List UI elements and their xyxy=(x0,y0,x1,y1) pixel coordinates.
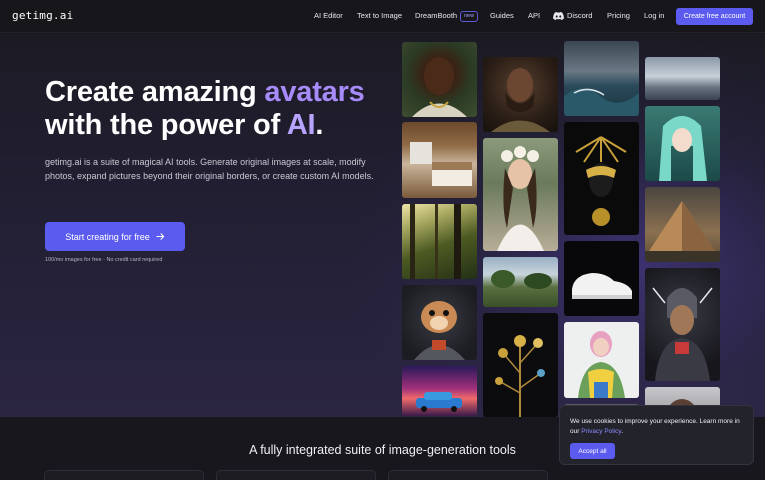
feature-card[interactable] xyxy=(216,470,376,480)
golden-flowers-art xyxy=(495,335,545,417)
gallery-image-sneaker xyxy=(564,241,639,316)
ocean-art xyxy=(564,88,639,116)
gallery-image-ocean-storm xyxy=(564,41,639,116)
gallery-image-anime-girl xyxy=(645,106,720,181)
gallery-image-forest xyxy=(402,204,477,279)
nav-link-discord[interactable]: Discord xyxy=(567,11,592,20)
cyborg-art xyxy=(652,287,713,381)
pyramid-art xyxy=(645,201,720,262)
nav-link-login[interactable]: Log in xyxy=(644,11,664,20)
girl-art xyxy=(578,331,625,398)
gallery-image-synthwave-car xyxy=(402,366,477,416)
nav-link-text-to-image[interactable]: Text to Image xyxy=(357,11,402,20)
meadow-art xyxy=(491,270,552,289)
hero-note: 100/mo images for free · No credit card … xyxy=(45,257,163,263)
hero-description: getimg.ai is a suite of magical AI tools… xyxy=(45,157,374,181)
hero-title-end: . xyxy=(315,109,324,141)
gallery-image-bedroom xyxy=(402,122,477,198)
golden-mask-art xyxy=(575,136,627,226)
nav-link-api[interactable]: API xyxy=(528,11,540,20)
gallery-image-clouds xyxy=(645,57,720,100)
gallery-image-cyborg xyxy=(645,268,720,381)
hero-title-accent: avatars xyxy=(264,76,365,108)
create-account-button[interactable]: Create free account xyxy=(676,8,753,25)
start-creating-label: Start creating for free xyxy=(65,231,150,242)
hero-title-part2: with the power of xyxy=(45,109,287,141)
nav-link-ai-editor[interactable]: AI Editor xyxy=(314,11,343,20)
hero-title: Create amazing avatars with the power of… xyxy=(45,76,365,142)
gallery-image-flower-woman xyxy=(483,138,558,251)
car-art xyxy=(416,392,462,412)
bedroom-art xyxy=(410,142,472,186)
hamster-art xyxy=(414,301,465,360)
forest-art xyxy=(410,204,461,279)
arrow-right-icon xyxy=(156,233,164,240)
privacy-policy-link[interactable]: Privacy Policy xyxy=(581,428,621,435)
cookie-end: . xyxy=(621,428,623,435)
gallery-image-golden-mask xyxy=(564,122,639,235)
cookie-banner: We use cookies to improve your experienc… xyxy=(559,405,754,465)
gallery-image-girl-jacket xyxy=(564,322,639,398)
gallery-image-pyramid xyxy=(645,187,720,262)
sneaker-art xyxy=(572,273,632,299)
gallery-image-meadow xyxy=(483,257,558,307)
new-badge: new xyxy=(460,11,479,22)
gallery-image-warrior xyxy=(483,57,558,132)
start-creating-button[interactable]: Start creating for free xyxy=(45,222,185,251)
gallery-image-hamster xyxy=(402,285,477,360)
nav-link-pricing[interactable]: Pricing xyxy=(607,11,630,20)
nav-link-guides[interactable]: Guides xyxy=(490,11,514,20)
gallery-image-golden-flowers xyxy=(483,313,558,417)
flower-woman-art xyxy=(497,146,544,251)
feature-card[interactable] xyxy=(44,470,204,480)
accept-all-button[interactable]: Accept all xyxy=(570,443,615,459)
discord-icon[interactable] xyxy=(553,12,564,20)
top-nav: getimg.ai AI Editor Text to Image DreamB… xyxy=(0,0,765,33)
hero-title-part1: Create amazing xyxy=(45,76,265,108)
portrait-art xyxy=(412,57,467,117)
nav-link-dreambooth[interactable]: DreamBooth xyxy=(415,11,457,20)
hero-title-accent2: AI xyxy=(286,109,316,141)
nav-links: AI Editor Text to Image DreamBooth new G… xyxy=(0,0,765,33)
anime-art xyxy=(659,116,707,181)
cookie-text: We use cookies to improve your experienc… xyxy=(570,417,745,437)
gallery-image-man-portrait xyxy=(402,42,477,117)
feature-card[interactable] xyxy=(388,470,548,480)
warrior-art xyxy=(491,68,550,132)
